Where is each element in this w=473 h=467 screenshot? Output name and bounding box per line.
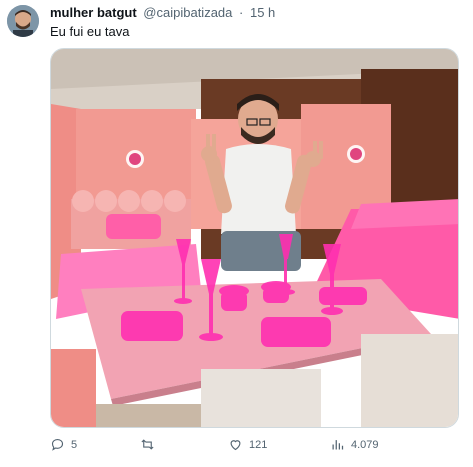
reply-count: 5 — [71, 438, 78, 451]
view-count: 4.079 — [351, 438, 379, 451]
reply-button[interactable]: 5 — [50, 437, 77, 452]
views-button[interactable]: 4.079 — [330, 437, 379, 452]
action-bar: 5 121 4.079 — [50, 437, 459, 457]
tweet-time[interactable]: 15 h — [250, 5, 275, 20]
separator-dot: · — [239, 5, 244, 20]
author-name[interactable]: mulher batgut — [50, 5, 137, 20]
like-icon — [230, 440, 241, 451]
tweet-photo[interactable] — [50, 48, 459, 428]
retweet-button[interactable] — [140, 437, 161, 452]
author-handle[interactable]: @caipibatizada — [143, 5, 232, 20]
like-count: 121 — [249, 438, 268, 451]
like-button[interactable]: 121 — [228, 437, 267, 452]
reply-icon — [51, 438, 64, 451]
tweet-header: mulher batgut @caipibatizada · 15 h — [50, 5, 275, 21]
views-icon — [332, 440, 344, 450]
tweet[interactable]: mulher batgut @caipibatizada · 15 h Eu f… — [0, 0, 473, 467]
retweet-icon — [141, 439, 154, 450]
tweet-text: Eu fui eu tava — [50, 24, 130, 39]
avatar[interactable] — [7, 5, 39, 37]
